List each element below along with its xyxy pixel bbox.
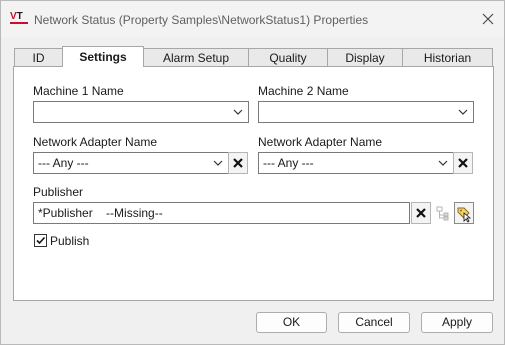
cancel-button[interactable]: Cancel bbox=[338, 312, 410, 333]
close-button[interactable] bbox=[479, 10, 497, 28]
publish-label[interactable]: Publish bbox=[50, 234, 89, 248]
chevron-down-icon bbox=[458, 109, 468, 115]
tab-id[interactable]: ID bbox=[14, 48, 63, 66]
close-icon bbox=[482, 13, 494, 25]
logo-mark-v: V bbox=[10, 11, 17, 22]
clear-publisher-button[interactable] bbox=[411, 202, 431, 224]
machine2-combo[interactable] bbox=[258, 101, 474, 123]
x-icon bbox=[233, 158, 243, 168]
app-logo-icon: VT bbox=[10, 12, 28, 26]
tab-historian[interactable]: Historian bbox=[402, 48, 493, 66]
tag-select-icon bbox=[457, 207, 472, 223]
tree-browse-button[interactable] bbox=[433, 202, 453, 224]
adapter2-value: --- Any --- bbox=[263, 156, 314, 170]
adapter2-label: Network Adapter Name bbox=[258, 135, 383, 149]
machine1-label: Machine 1 Name bbox=[33, 84, 124, 98]
apply-button[interactable]: Apply bbox=[421, 312, 493, 333]
tab-quality[interactable]: Quality bbox=[248, 48, 328, 66]
logo-mark-t: T bbox=[16, 11, 23, 22]
publisher-label: Publisher bbox=[33, 185, 84, 199]
clear-adapter1-button[interactable] bbox=[228, 152, 248, 174]
chevron-down-icon bbox=[213, 160, 223, 166]
tab-display[interactable]: Display bbox=[327, 48, 403, 66]
clear-adapter2-button[interactable] bbox=[453, 152, 473, 174]
checkmark-icon bbox=[36, 236, 46, 245]
publisher-field[interactable]: *Publisher --Missing-- bbox=[33, 202, 410, 224]
machine1-combo[interactable] bbox=[33, 101, 249, 123]
tab-settings[interactable]: Settings bbox=[62, 46, 144, 67]
x-icon bbox=[416, 208, 426, 218]
machine2-label: Machine 2 Name bbox=[258, 84, 349, 98]
title-bar: VT Network Status (Property Samples\Netw… bbox=[1, 1, 504, 37]
ok-button[interactable]: OK bbox=[256, 312, 327, 333]
adapter1-label: Network Adapter Name bbox=[33, 135, 158, 149]
tab-alarm-setup[interactable]: Alarm Setup bbox=[143, 48, 249, 66]
settings-panel: Machine 1 Name Machine 2 Name Network Ad… bbox=[13, 66, 494, 301]
properties-dialog: VT Network Status (Property Samples\Netw… bbox=[0, 0, 505, 345]
select-tag-button[interactable] bbox=[454, 202, 474, 224]
window-title: Network Status (Property Samples\Network… bbox=[34, 13, 369, 27]
chevron-down-icon bbox=[233, 109, 243, 115]
tree-browse-icon bbox=[436, 206, 449, 221]
adapter1-combo[interactable]: --- Any --- bbox=[33, 152, 229, 174]
chevron-down-icon bbox=[438, 160, 448, 166]
adapter1-value: --- Any --- bbox=[38, 156, 89, 170]
publisher-value: *Publisher --Missing-- bbox=[38, 206, 163, 220]
x-icon bbox=[458, 158, 468, 168]
publish-checkbox[interactable] bbox=[34, 234, 47, 247]
adapter2-combo[interactable]: --- Any --- bbox=[258, 152, 454, 174]
